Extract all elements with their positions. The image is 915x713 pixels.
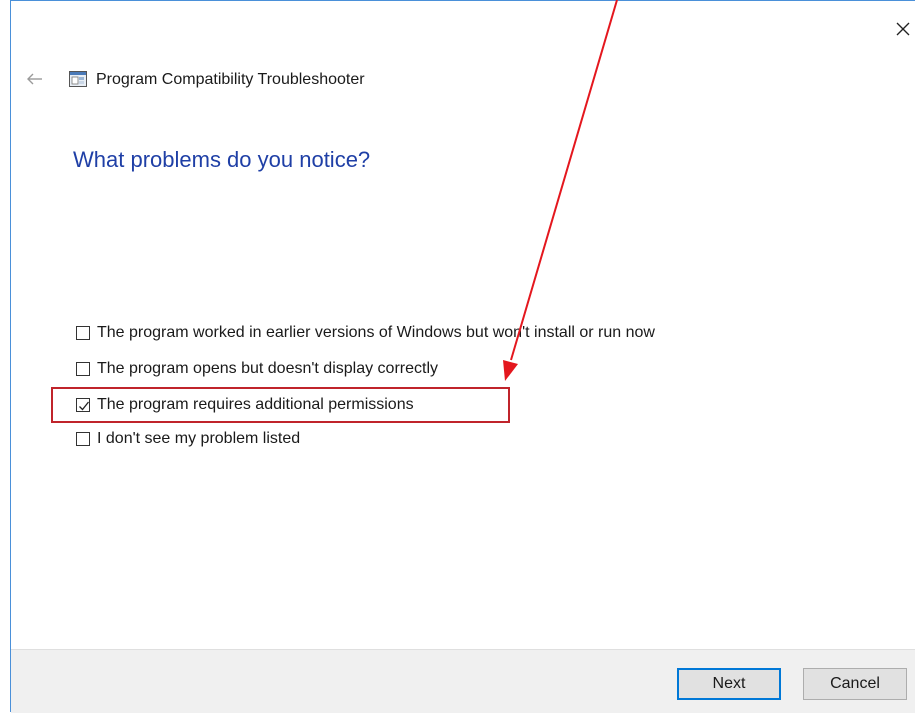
close-icon <box>896 22 910 36</box>
checkbox-unchecked[interactable] <box>76 326 90 340</box>
option-additional-permissions[interactable]: The program requires additional permissi… <box>76 395 414 415</box>
page-heading: What problems do you notice? <box>73 147 371 172</box>
option-label: The program worked in earlier versions o… <box>97 324 655 341</box>
close-button[interactable] <box>893 19 913 39</box>
next-button[interactable]: Next <box>677 668 781 700</box>
cancel-button[interactable]: Cancel <box>803 668 907 700</box>
footer-bar: Next Cancel <box>11 649 915 713</box>
option-label: I don't see my problem listed <box>97 430 301 447</box>
window-title: Program Compatibility Troubleshooter <box>96 71 365 88</box>
option-not-listed[interactable]: I don't see my problem listed <box>76 429 300 449</box>
checkbox-unchecked[interactable] <box>76 432 90 446</box>
checkbox-checked[interactable] <box>76 398 90 412</box>
option-label: The program requires additional permissi… <box>97 396 414 413</box>
checkmark-icon <box>79 401 90 411</box>
troubleshooter-window: Program Compatibility Troubleshooter Wha… <box>10 0 915 713</box>
checkbox-unchecked[interactable] <box>76 362 90 376</box>
option-earlier-versions[interactable]: The program worked in earlier versions o… <box>76 323 655 343</box>
option-label: The program opens but doesn't display co… <box>97 360 439 377</box>
back-button[interactable] <box>25 69 45 89</box>
troubleshooter-icon <box>69 71 87 87</box>
option-display-incorrectly[interactable]: The program opens but doesn't display co… <box>76 359 438 379</box>
back-arrow-icon <box>27 73 42 85</box>
